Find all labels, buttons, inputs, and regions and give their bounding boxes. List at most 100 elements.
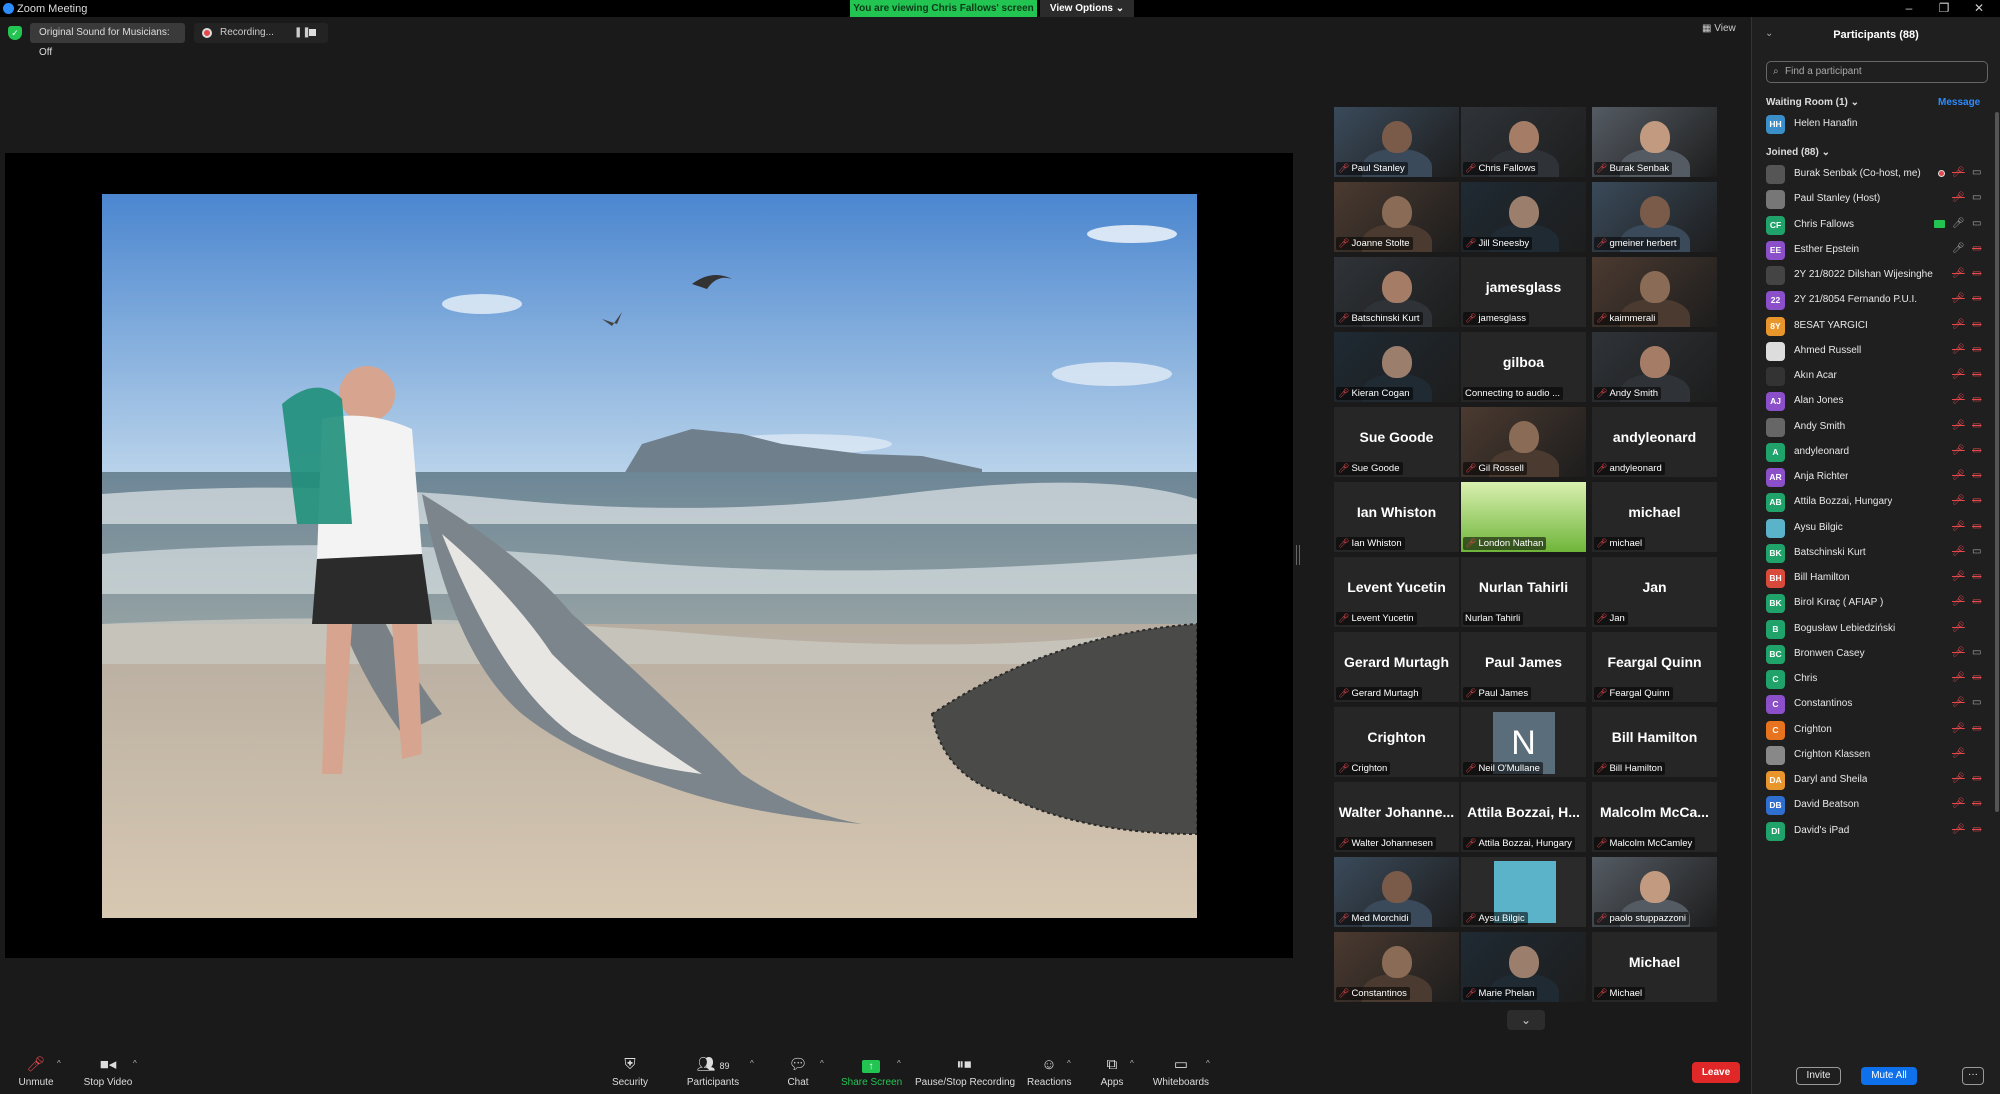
participant-row[interactable]: B Bogusław Lebiedziński 🎤︎: [1766, 617, 1994, 642]
audio-options-caret-icon[interactable]: ^: [57, 1059, 61, 1068]
participant-row[interactable]: 2Y 21/8022 Dilshan Wijesinghe 🎤︎ ▭: [1766, 263, 1994, 288]
video-tile[interactable]: 🎤︎ Joanne Stolte: [1334, 182, 1459, 252]
video-icon[interactable]: ▭: [1972, 167, 1981, 178]
video-tile[interactable]: 🎤︎ Marie Phelan: [1461, 932, 1586, 1002]
video-tile[interactable]: Paul James 🎤︎ Paul James: [1461, 632, 1586, 702]
participant-row[interactable]: Burak Senbak (Co-host, me) 🎤︎ ▭: [1766, 162, 1994, 187]
video-off-icon[interactable]: ▭: [1972, 268, 1981, 279]
message-waiting-room-button[interactable]: Message: [1938, 97, 1980, 108]
video-tile[interactable]: Michael 🎤︎ Michael: [1592, 932, 1717, 1002]
mic-muted-icon[interactable]: 🎤︎: [1952, 369, 1965, 380]
mic-muted-icon[interactable]: 🎤︎: [1952, 798, 1965, 809]
mic-muted-icon[interactable]: 🎤︎: [1952, 596, 1965, 607]
participant-row[interactable]: 8Y 8ESAT YARGICI 🎤︎ ▭: [1766, 314, 1994, 339]
participants-button[interactable]: 👥︎ 89 Participants: [684, 1055, 742, 1091]
video-tile[interactable]: 🎤︎ London Nathan: [1461, 482, 1586, 552]
video-tile[interactable]: Nurlan Tahirli Nurlan Tahirli: [1461, 557, 1586, 627]
gallery-next-page-button[interactable]: ⌄: [1507, 1010, 1545, 1030]
participant-row[interactable]: Aandyleonard 🎤︎ ▭: [1766, 440, 1994, 465]
encryption-shield-icon[interactable]: ✓: [8, 26, 22, 40]
mic-muted-icon[interactable]: 🎤︎: [1952, 773, 1965, 784]
apps-button[interactable]: ⧉ Apps: [1097, 1055, 1127, 1091]
more-options-button[interactable]: ···: [1962, 1067, 1984, 1085]
share-screen-button[interactable]: ↑ Share Screen: [841, 1055, 902, 1091]
view-options-button[interactable]: View Options ⌄: [1040, 0, 1134, 17]
mic-muted-icon[interactable]: 🎤︎: [1952, 521, 1965, 532]
mic-muted-icon[interactable]: 🎤︎: [1952, 697, 1965, 708]
mic-muted-icon[interactable]: 🎤︎: [1952, 293, 1965, 304]
video-tile[interactable]: 🎤︎ Paul Stanley: [1334, 107, 1459, 177]
mic-muted-icon[interactable]: 🎤︎: [1952, 571, 1965, 582]
pause-stop-recording-button[interactable]: ⏸︎⏹︎ Pause/Stop Recording: [915, 1055, 1015, 1091]
participants-caret-icon[interactable]: ^: [750, 1059, 754, 1068]
video-tile[interactable]: michael 🎤︎ michael: [1592, 482, 1717, 552]
invite-button[interactable]: Invite: [1796, 1067, 1841, 1085]
mic-muted-icon[interactable]: 🎤︎: [1952, 622, 1965, 633]
participant-row[interactable]: C Crighton 🎤︎ ▭: [1766, 718, 1994, 743]
participant-row[interactable]: BH Bill Hamilton 🎤︎ ▭: [1766, 566, 1994, 591]
mic-muted-icon[interactable]: 🎤︎: [1952, 647, 1965, 658]
video-tile[interactable]: 🎤︎ gmeiner herbert: [1592, 182, 1717, 252]
participant-row[interactable]: AR Anja Richter 🎤︎ ▭: [1766, 465, 1994, 490]
mic-muted-icon[interactable]: 🎤︎: [1952, 495, 1965, 506]
video-tile[interactable]: N 🎤︎ Neil O'Mullane: [1461, 707, 1586, 777]
participant-row[interactable]: DA Daryl and Sheila 🎤︎ ▭: [1766, 768, 1994, 793]
participant-row[interactable]: EE Esther Epstein 🎤︎ ▭: [1766, 238, 1994, 263]
mic-muted-icon[interactable]: 🎤︎: [1952, 470, 1965, 481]
participant-row[interactable]: 22 2Y 21/8054 Fernando P.U.I. 🎤︎ ▭: [1766, 288, 1994, 313]
mic-muted-icon[interactable]: 🎤︎: [1952, 824, 1965, 835]
video-tile[interactable]: 🎤︎ Aysu Bilgic: [1461, 857, 1586, 927]
video-off-icon[interactable]: ▭: [1972, 369, 1981, 380]
mic-muted-icon[interactable]: 🎤︎: [1952, 344, 1965, 355]
video-tile[interactable]: 🎤︎ paolo stuppazzoni: [1592, 857, 1717, 927]
video-off-icon[interactable]: ▭: [1972, 394, 1981, 405]
video-off-icon[interactable]: ▭: [1972, 344, 1981, 355]
participant-row[interactable]: Akın Acar 🎤︎ ▭: [1766, 364, 1994, 389]
video-tile[interactable]: Levent Yucetin 🎤︎ Levent Yucetin: [1334, 557, 1459, 627]
waiting-room-header[interactable]: Waiting Room (1) ⌄: [1766, 97, 1859, 108]
video-tile[interactable]: 🎤︎ Med Morchidi: [1334, 857, 1459, 927]
unmute-button[interactable]: 🎤︎ Unmute: [14, 1055, 58, 1091]
video-tile[interactable]: Feargal Quinn 🎤︎ Feargal Quinn: [1592, 632, 1717, 702]
video-tile[interactable]: 🎤︎ Constantinos: [1334, 932, 1459, 1002]
participant-row[interactable]: C Chris 🎤︎ ▭: [1766, 667, 1994, 692]
original-sound-button[interactable]: Original Sound for Musicians: Off: [30, 23, 185, 58]
video-tile[interactable]: 🎤︎ Gil Rossell: [1461, 407, 1586, 477]
participant-row[interactable]: HH Helen Hanafin: [1766, 112, 1994, 137]
view-button[interactable]: ▦ View: [1702, 23, 1740, 39]
video-off-icon[interactable]: ▭: [1972, 596, 1981, 607]
video-icon[interactable]: ▭: [1972, 546, 1981, 557]
mic-muted-icon[interactable]: 🎤︎: [1952, 268, 1965, 279]
whiteboards-caret-icon[interactable]: ^: [1206, 1059, 1210, 1068]
video-tile[interactable]: Gerard Murtagh 🎤︎ Gerard Murtagh: [1334, 632, 1459, 702]
mute-all-button[interactable]: Mute All: [1861, 1067, 1917, 1085]
video-options-caret-icon[interactable]: ^: [133, 1059, 137, 1068]
joined-header[interactable]: Joined (88) ⌄: [1766, 147, 1830, 158]
mic-muted-icon[interactable]: 🎤︎: [1952, 319, 1965, 330]
video-off-icon[interactable]: ▭: [1972, 571, 1981, 582]
participant-row[interactable]: Paul Stanley (Host) 🎤︎ ▭: [1766, 187, 1994, 212]
restore-icon[interactable]: ❐: [1929, 0, 1959, 17]
participant-row[interactable]: Crighton Klassen 🎤︎: [1766, 743, 1994, 768]
participant-row[interactable]: AJ Alan Jones 🎤︎ ▭: [1766, 389, 1994, 414]
mic-muted-icon[interactable]: 🎤︎: [1952, 420, 1965, 431]
video-icon[interactable]: ▭: [1972, 218, 1981, 229]
video-off-icon[interactable]: ▭: [1972, 293, 1981, 304]
security-button[interactable]: ⛨ Security: [610, 1055, 650, 1091]
stop-video-button[interactable]: ■◂ Stop Video: [80, 1055, 136, 1091]
participant-row[interactable]: DB David Beatson 🎤︎ ▭: [1766, 793, 1994, 818]
video-off-icon[interactable]: ▭: [1972, 319, 1981, 330]
video-off-icon[interactable]: ▭: [1972, 798, 1981, 809]
participant-row[interactable]: BK Birol Kıraç ( AFIAP ) 🎤︎ ▭: [1766, 591, 1994, 616]
mic-icon[interactable]: 🎤︎: [1952, 218, 1965, 229]
video-tile[interactable]: Ian Whiston 🎤︎ Ian Whiston: [1334, 482, 1459, 552]
participant-row[interactable]: Aysu Bilgic 🎤︎ ▭: [1766, 516, 1994, 541]
video-tile[interactable]: Sue Goode 🎤︎ Sue Goode: [1334, 407, 1459, 477]
mic-muted-icon[interactable]: 🎤︎: [1952, 723, 1965, 734]
video-tile[interactable]: Jan 🎤︎ Jan: [1592, 557, 1717, 627]
participant-row[interactable]: Ahmed Russell 🎤︎ ▭: [1766, 339, 1994, 364]
video-tile[interactable]: jamesglass 🎤︎ jamesglass: [1461, 257, 1586, 327]
split-view-handle[interactable]: [1296, 545, 1300, 565]
reactions-caret-icon[interactable]: ^: [1067, 1059, 1071, 1068]
video-off-icon[interactable]: ▭: [1972, 243, 1981, 254]
